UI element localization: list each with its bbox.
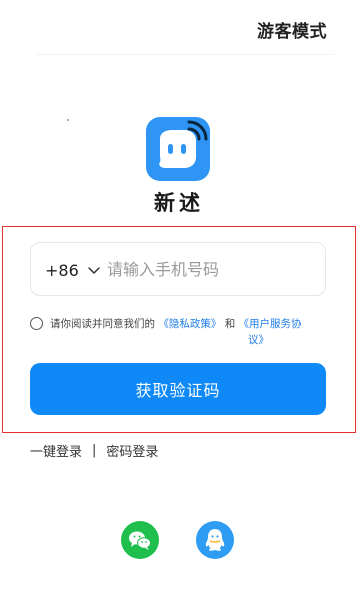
app-name: 新述	[154, 191, 204, 215]
wechat-icon	[129, 531, 151, 550]
country-code-text: +86	[45, 260, 79, 280]
get-verification-code-button[interactable]: 获取验证码	[30, 363, 326, 415]
one-tap-login-link[interactable]: 一键登录	[30, 441, 82, 460]
top-bar: 游客模式	[0, 0, 358, 56]
terms-link[interactable]: 《用户服务协	[239, 318, 302, 330]
wechat-login-button[interactable]	[121, 521, 159, 559]
decorative-dot	[67, 119, 69, 121]
alt-login-separator: |	[92, 443, 97, 458]
top-divider	[36, 54, 334, 55]
phone-number-input[interactable]	[107, 243, 317, 295]
privacy-policy-link[interactable]: 《隐私政策》	[158, 318, 221, 330]
agreement-text: 请你阅读并同意我们的 《隐私政策》 和 《用户服务协	[50, 317, 302, 331]
guest-mode-button[interactable]: 游客模式	[257, 17, 327, 42]
chat-bubble-wifi-logo-icon	[159, 120, 208, 168]
qq-login-button[interactable]	[196, 521, 234, 559]
phone-input-box: +86	[30, 242, 326, 296]
app-logo	[146, 117, 210, 181]
agree-radio[interactable]	[30, 317, 43, 330]
qq-icon	[205, 529, 225, 551]
agreement-prefix: 请你阅读并同意我们的	[50, 318, 155, 330]
alternate-login-row: 一键登录 | 密码登录	[30, 441, 158, 460]
password-login-link[interactable]: 密码登录	[106, 441, 158, 460]
country-code-selector[interactable]: +86	[45, 243, 101, 297]
chevron-down-icon	[88, 267, 100, 274]
terms-link-continuation[interactable]: 议》	[248, 333, 269, 347]
agreement-and: 和	[224, 318, 236, 330]
